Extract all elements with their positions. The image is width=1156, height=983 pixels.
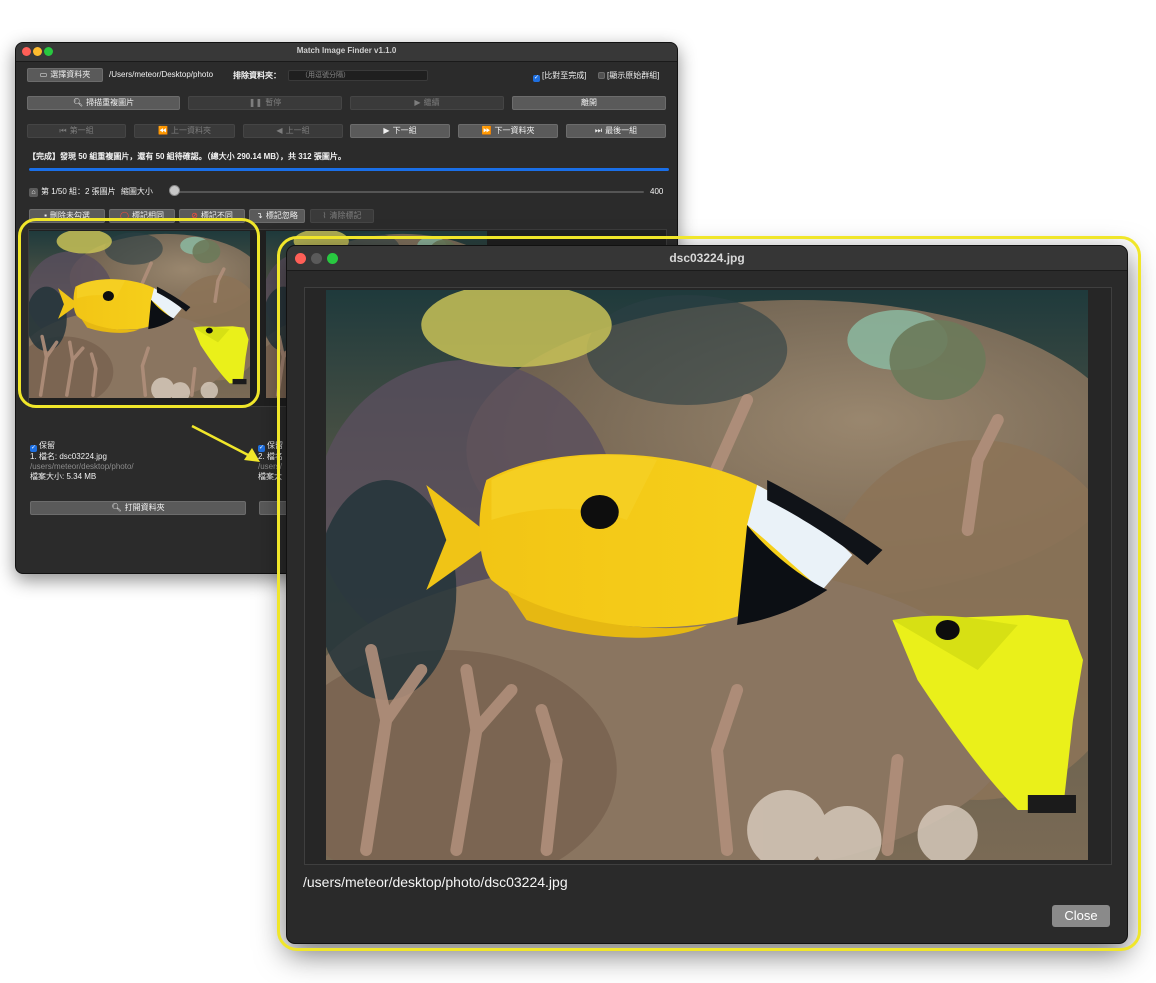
scan-button[interactable]: 🔍︎ 掃描重複圖片 (27, 96, 180, 110)
pause-button[interactable]: ❚❚ 暫停 (188, 96, 342, 110)
ignore-arrow-icon: ↴ (256, 211, 263, 220)
next-folder-button[interactable]: ⏩ 下一資料夾 (458, 124, 558, 138)
show-groups-checkbox[interactable]: [顯示原始群組] (598, 70, 659, 81)
select-folder-button[interactable]: ▭ 選擇資料夾 (27, 68, 103, 82)
main-titlebar: Match Image Finder v1.1.0 (16, 43, 677, 62)
exclude-input[interactable]: （用逗號分隔） (288, 70, 428, 81)
thumb-size-slider[interactable] (174, 191, 644, 193)
window-title: Match Image Finder v1.1.0 (296, 46, 397, 55)
prev-folder-button[interactable]: ⏪ 上一資料夾 (134, 124, 235, 138)
broom-icon: ⌇ (322, 211, 327, 220)
prev-icon: ◀ (276, 126, 283, 135)
arrow-icon (191, 424, 260, 462)
highlight-thumbnail (18, 218, 260, 408)
leave-button[interactable]: 離開 (512, 96, 666, 110)
image-1-info: ✓ 保留 1. 檔名: dsc03224.jpg /users/meteor/de… (30, 441, 134, 482)
file-folder-1: /users/meteor/desktop/photo/ (30, 462, 134, 471)
magnifier-icon: 🔍︎ (111, 503, 122, 512)
checkbox-checked-icon: ✓ (30, 445, 37, 452)
prev-group-button[interactable]: ◀ 上一組 (243, 124, 343, 138)
play-icon: ▶ (414, 98, 421, 107)
continue-button[interactable]: ▶ 繼續 (350, 96, 504, 110)
rewind-icon: ⏪ (158, 126, 168, 135)
open-folder-button-1[interactable]: 🔍︎ 打開資料夾 (30, 501, 246, 515)
last-group-button[interactable]: ⏭ 最後一組 (566, 124, 666, 138)
first-group-button[interactable]: ⏮ 第一組 (27, 124, 126, 138)
slider-knob[interactable] (169, 185, 180, 196)
mark-ignore-button[interactable]: ↴ 標記忽略 (249, 209, 305, 223)
checkbox-unchecked-icon (598, 72, 605, 79)
magnifier-icon: 🔍︎ (72, 98, 84, 107)
file-name-1: 1. 檔名: dsc03224.jpg (30, 452, 107, 461)
exclude-label: 排除資料夾： (233, 71, 281, 80)
folder-path: /Users/meteor/Desktop/photo (109, 70, 214, 79)
skip-forward-icon: ⏭ (594, 126, 603, 135)
checkbox-checked-icon: ✓ (533, 75, 540, 82)
status-text: 【完成】發現 50 組重複圖片，還有 50 組待確認。（總大小 290.14 M… (28, 152, 346, 161)
highlight-viewer (277, 236, 1141, 951)
next-icon: ▶ (383, 126, 390, 135)
file-size-1: 檔案大小: 5.34 MB (30, 472, 97, 481)
pause-icon: ❚❚ (248, 98, 263, 107)
clear-marks-button[interactable]: ⌇ 清除標記 (310, 209, 374, 223)
next-group-button[interactable]: ▶ 下一組 (350, 124, 450, 138)
progress-bar (29, 168, 669, 171)
compare-done-checkbox[interactable]: ✓ [比對至完成] (533, 70, 586, 82)
folder-icon: ▭ (39, 70, 48, 79)
home-icon[interactable]: ⌂ (29, 188, 38, 197)
thumb-size-value: 400 (650, 187, 664, 196)
fast-forward-icon: ⏩ (481, 126, 492, 135)
group-info: ⌂ 第 1/50 組：2 張圖片 縮圖大小 (29, 186, 153, 197)
keep-checkbox-1[interactable]: ✓ 保留 (30, 441, 134, 452)
progress-fill (29, 168, 669, 171)
skip-back-icon: ⏮ (59, 126, 67, 135)
